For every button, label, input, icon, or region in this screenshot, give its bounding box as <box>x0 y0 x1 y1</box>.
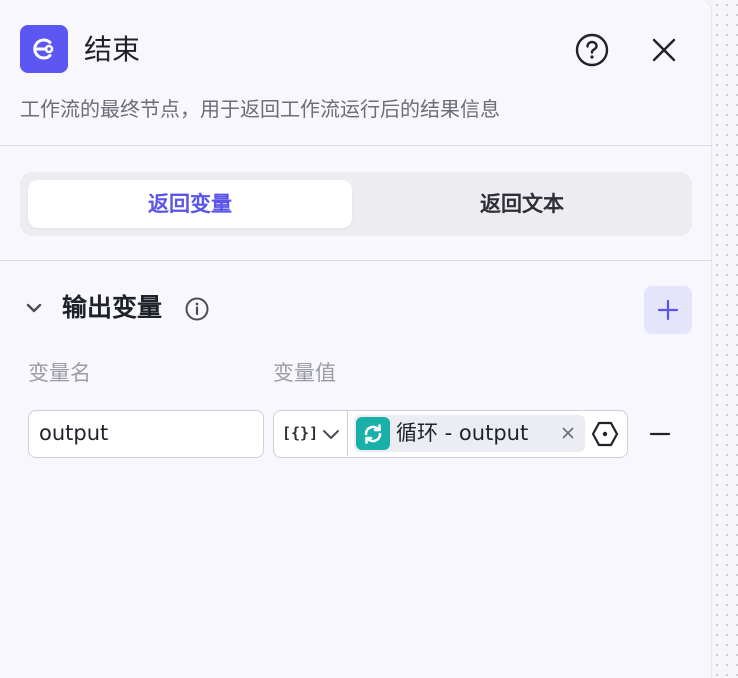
chevron-down-icon <box>323 430 339 439</box>
object-array-type-icon: [{}] <box>282 424 319 442</box>
close-button[interactable] <box>646 32 682 68</box>
info-icon[interactable] <box>184 296 210 322</box>
variable-value-field: [{}] 循环 - output <box>273 410 628 458</box>
variable-reference-chip[interactable]: 循环 - output <box>354 415 585 452</box>
column-label-name: 变量名 <box>28 361 91 385</box>
add-variable-button[interactable] <box>644 286 692 334</box>
section-divider <box>0 260 712 261</box>
close-icon <box>562 427 574 439</box>
help-button[interactable] <box>574 32 610 68</box>
variable-name-input[interactable]: output <box>28 410 264 458</box>
tab-return-text[interactable]: 返回文本 <box>360 180 684 228</box>
panel-header: 结束 工作流的最终节点，用于返回工作流运行后的结果信息 <box>0 0 712 146</box>
tab-return-variable[interactable]: 返回变量 <box>28 180 352 228</box>
canvas-dot-grid <box>712 0 738 678</box>
collapse-toggle[interactable] <box>22 296 46 320</box>
output-section-title: 输出变量 <box>62 293 163 322</box>
panel-description: 工作流的最终节点，用于返回工作流运行后的结果信息 <box>20 97 500 121</box>
end-node-panel: 结束 工作流的最终节点，用于返回工作流运行后的结果信息 返回变量 返回文本 输出… <box>0 0 712 678</box>
column-label-value: 变量值 <box>273 361 336 385</box>
return-mode-tabs: 返回变量 返回文本 <box>20 172 692 236</box>
plus-icon <box>657 299 679 321</box>
value-type-select[interactable]: [{}] <box>274 411 348 456</box>
close-icon <box>652 38 676 62</box>
end-node-icon <box>20 25 68 73</box>
chevron-down-icon <box>26 303 42 313</box>
variable-reference-label: 循环 - output <box>396 421 529 445</box>
loop-icon <box>356 417 390 450</box>
variable-select-icon <box>591 421 619 447</box>
remove-variable-button[interactable] <box>646 420 674 448</box>
panel-title: 结束 <box>84 33 141 66</box>
variable-picker-button[interactable] <box>590 419 620 449</box>
help-icon <box>575 33 609 67</box>
remove-reference-button[interactable] <box>558 423 578 443</box>
minus-icon <box>649 432 671 436</box>
